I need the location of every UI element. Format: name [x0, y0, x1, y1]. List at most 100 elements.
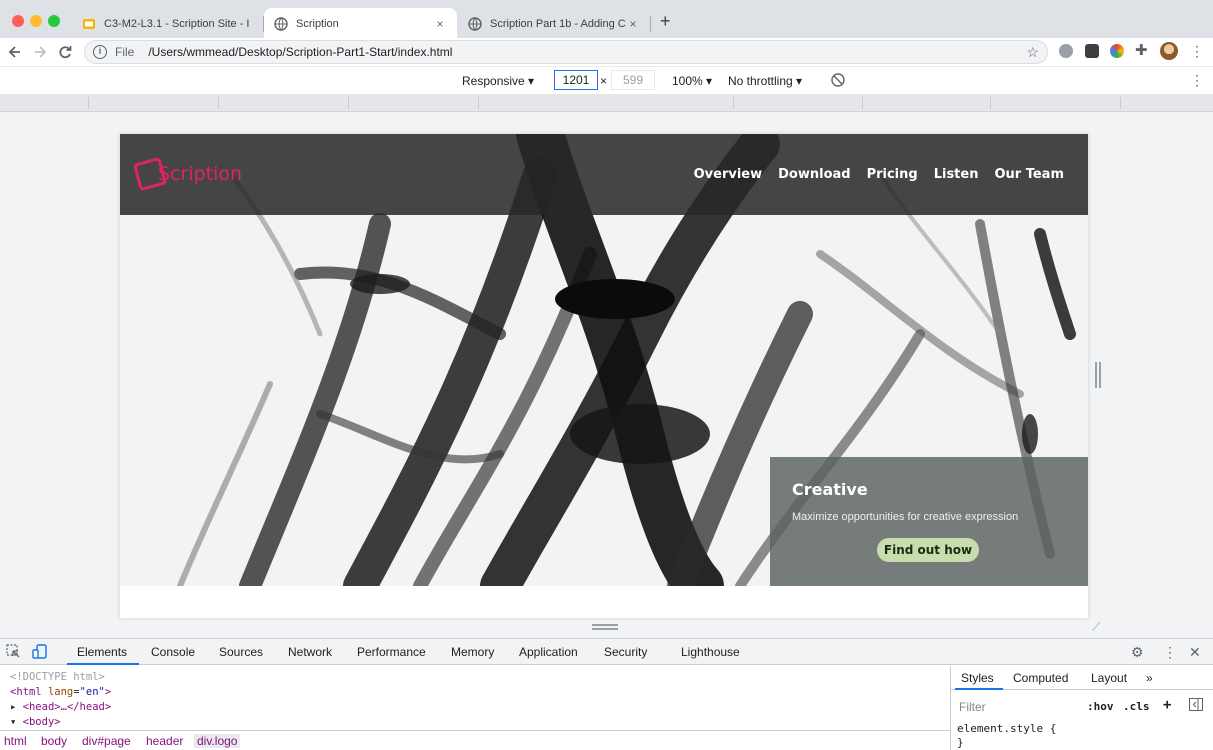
close-tab-icon[interactable]: ×	[433, 17, 447, 31]
devtools-tab-memory[interactable]: Memory	[451, 645, 494, 659]
zoom-select[interactable]: 100% ▾	[672, 74, 712, 88]
viewport-height-input[interactable]: 599	[611, 70, 655, 90]
scheme-label: File	[115, 45, 135, 59]
dom-tree: <!DOCTYPE html> <html lang="en"> ▸ <head…	[0, 666, 950, 728]
devtools-tab-elements[interactable]: Elements	[77, 645, 127, 659]
viewport-resize-corner-icon[interactable]: ⟋	[1092, 620, 1100, 635]
device-label: Responsive	[462, 74, 525, 88]
tab-separator	[650, 16, 651, 32]
throttling-label: No throttling	[728, 74, 793, 88]
breadcrumb: html body div#page header div.logo	[0, 730, 950, 750]
device-select[interactable]: Responsive ▾	[462, 74, 534, 88]
devtools-menu-icon[interactable]: ⋮	[1163, 644, 1177, 660]
site-header: Scription Overview Download Pricing List…	[120, 134, 1088, 215]
promo-text: Maximize opportunities for creative expr…	[792, 511, 1019, 523]
hero-image: Scription Overview Download Pricing List…	[120, 134, 1088, 586]
viewport-width-input[interactable]: 1201	[554, 70, 598, 90]
viewport-resize-handle-bottom[interactable]	[592, 624, 618, 630]
browser-tab-3[interactable]: Scription Part 1b - Adding CSS ×	[458, 8, 650, 40]
bookmark-star-icon[interactable]: ☆	[1026, 44, 1039, 61]
minimize-window-button[interactable]	[30, 15, 42, 27]
address-url[interactable]: /Users/wmmead/Desktop/Scription-Part1-St…	[148, 45, 452, 59]
styles-tab-computed[interactable]: Computed	[1013, 671, 1068, 685]
maximize-window-button[interactable]	[48, 15, 60, 27]
close-devtools-icon[interactable]: ✕	[1189, 644, 1201, 660]
device-viewport-stage: Scription Overview Download Pricing List…	[0, 112, 1213, 638]
globe-icon	[468, 17, 482, 31]
settings-gear-icon[interactable]: ⚙	[1131, 644, 1144, 660]
element-style-close: }	[957, 736, 964, 749]
globe-icon	[274, 17, 288, 31]
inspect-element-icon[interactable]	[6, 644, 20, 661]
back-icon[interactable]	[8, 42, 22, 68]
crumb-html[interactable]: html	[4, 734, 27, 748]
hov-toggle[interactable]: :hov	[1087, 700, 1114, 713]
browser-tab-1[interactable]: C3-M2-L3.1 - Scription Site - I	[72, 8, 262, 40]
find-out-how-button[interactable]: Find out how	[877, 538, 979, 562]
rendered-page: Scription Overview Download Pricing List…	[120, 134, 1088, 618]
styles-tabbar: Styles Computed Layout »	[951, 666, 1213, 690]
viewport-resize-handle-right[interactable]	[1095, 362, 1101, 388]
device-toggle-icon[interactable]	[32, 644, 48, 663]
crumb-div-logo[interactable]: div.logo	[194, 734, 241, 748]
cls-toggle[interactable]: .cls	[1123, 700, 1150, 713]
throttling-select[interactable]: No throttling ▾	[728, 74, 802, 88]
nav-pricing[interactable]: Pricing	[867, 167, 918, 182]
rotate-icon[interactable]	[830, 72, 846, 91]
info-icon[interactable]: i	[93, 45, 107, 59]
element-style-rule[interactable]: element.style { }	[957, 722, 1056, 750]
promo-panel: Creative Maximize opportunities for crea…	[770, 457, 1088, 586]
browser-menu-icon[interactable]: ⋮	[1190, 43, 1204, 59]
avatar[interactable]	[1160, 42, 1178, 60]
nav-our-team[interactable]: Our Team	[994, 167, 1064, 182]
browser-toolbar: i File /Users/wmmead/Desktop/Scription-P…	[0, 38, 1213, 66]
close-window-button[interactable]	[12, 15, 24, 27]
nav-overview[interactable]: Overview	[694, 167, 763, 182]
devtools-panel: Elements Console Sources Network Perform…	[0, 638, 1213, 750]
new-tab-button[interactable]: +	[660, 12, 671, 30]
color-extension-icon[interactable]	[1110, 44, 1124, 58]
devtools-tabbar: Elements Console Sources Network Perform…	[0, 639, 1213, 665]
styles-tab-styles[interactable]: Styles	[961, 671, 994, 685]
dom-body-node[interactable]: ▾ <body>	[10, 715, 950, 730]
media-query-ruler[interactable]	[0, 94, 1213, 112]
crumb-div-page[interactable]: div#page	[82, 734, 131, 748]
toggle-sidebar-icon[interactable]	[1189, 698, 1203, 714]
browser-tab-2[interactable]: Scription ×	[264, 8, 457, 40]
close-tab-icon[interactable]: ×	[626, 17, 640, 31]
devtools-tab-sources[interactable]: Sources	[219, 645, 263, 659]
devtools-tab-performance[interactable]: Performance	[357, 645, 426, 659]
nav-download[interactable]: Download	[778, 167, 850, 182]
dom-head-node[interactable]: ▸ <head>…</head>	[10, 700, 950, 715]
crumb-header[interactable]: header	[146, 734, 183, 748]
tab-title: Scription	[296, 18, 339, 30]
devtools-tab-console[interactable]: Console	[151, 645, 195, 659]
extension-icon[interactable]	[1059, 44, 1073, 58]
dom-html-node[interactable]: <html lang="en">	[10, 685, 950, 700]
reload-icon[interactable]	[58, 42, 72, 68]
nav-listen[interactable]: Listen	[934, 167, 979, 182]
crumb-body[interactable]: body	[41, 734, 67, 748]
devtools-tab-application[interactable]: Application	[519, 645, 578, 659]
address-bar[interactable]: i File /Users/wmmead/Desktop/Scription-P…	[84, 40, 1048, 64]
site-nav: Overview Download Pricing Listen Our Tea…	[694, 167, 1064, 182]
site-logo[interactable]: Scription	[132, 156, 243, 192]
tab-title: C3-M2-L3.1 - Scription Site - I	[104, 18, 250, 30]
more-tabs-icon[interactable]: »	[1146, 671, 1153, 685]
devtools-tab-security[interactable]: Security	[604, 645, 647, 659]
devtools-tab-lighthouse[interactable]: Lighthouse	[681, 645, 740, 659]
tab-title: Scription Part 1b - Adding CSS	[490, 18, 626, 30]
puzzle-extensions-icon[interactable]: ✚	[1135, 41, 1148, 61]
styles-tab-layout[interactable]: Layout	[1091, 671, 1127, 685]
extension-icon[interactable]	[1085, 44, 1099, 58]
active-styles-tab-indicator	[955, 688, 1003, 690]
element-style-selector: element.style {	[957, 722, 1057, 735]
forward-icon[interactable]	[33, 42, 47, 68]
device-options-icon[interactable]: ⋮	[1190, 72, 1204, 88]
dom-doctype[interactable]: <!DOCTYPE html>	[10, 670, 950, 685]
new-style-rule-icon[interactable]: +	[1163, 697, 1171, 713]
slides-icon	[82, 17, 96, 31]
styles-filter-input[interactable]: Filter	[959, 700, 986, 714]
logo-text: Scription	[158, 163, 243, 185]
devtools-tab-network[interactable]: Network	[288, 645, 332, 659]
